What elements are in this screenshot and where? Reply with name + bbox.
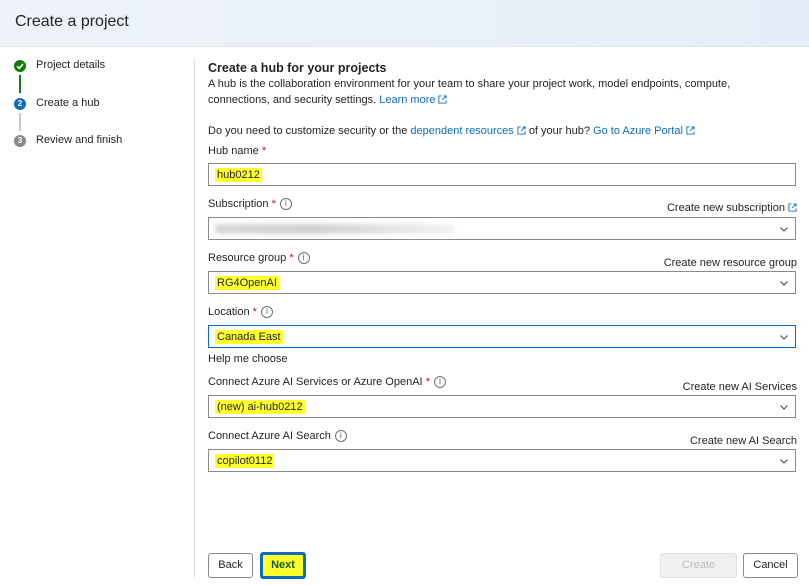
next-button[interactable]: Next bbox=[260, 552, 306, 579]
info-icon[interactable]: i bbox=[334, 430, 347, 442]
step-connector bbox=[19, 75, 21, 93]
dialog-title: Create a project bbox=[15, 13, 129, 30]
resource-group-value: RG4OpenAI bbox=[215, 276, 279, 290]
external-link-icon bbox=[686, 126, 695, 135]
section-description: A hub is the collaboration environment f… bbox=[208, 78, 731, 106]
dialog-header: Create a project bbox=[0, 0, 809, 47]
ai-services-label: Connect Azure AI Services or Azure OpenA… bbox=[208, 376, 446, 388]
create-resource-group-link[interactable]: Create new resource group bbox=[664, 257, 797, 269]
ai-search-label: Connect Azure AI Search i bbox=[208, 430, 347, 442]
step-label: Project details bbox=[36, 59, 106, 71]
info-icon[interactable]: i bbox=[260, 306, 273, 318]
create-button[interactable]: Create bbox=[660, 553, 737, 578]
step-number-icon: 2 bbox=[14, 98, 26, 110]
chevron-down-icon bbox=[780, 281, 788, 286]
resource-group-label: Resource group * i bbox=[208, 252, 310, 264]
info-icon[interactable]: i bbox=[297, 252, 310, 264]
chevron-down-icon bbox=[780, 227, 788, 232]
ai-services-value: (new) ai-hub0212 bbox=[215, 400, 305, 414]
create-ai-search-link[interactable]: Create new AI Search bbox=[690, 435, 797, 447]
external-link-icon bbox=[517, 126, 526, 135]
hub-name-input[interactable]: hub0212 bbox=[208, 163, 796, 186]
chevron-down-icon bbox=[780, 405, 788, 410]
info-icon[interactable]: i bbox=[433, 376, 446, 388]
help-me-choose-link[interactable]: Help me choose bbox=[208, 353, 288, 365]
redacted-subscription bbox=[215, 224, 455, 234]
dependent-resources-link[interactable]: dependent resources bbox=[410, 125, 526, 137]
chevron-down-icon bbox=[780, 335, 788, 340]
check-icon bbox=[14, 60, 26, 72]
location-dropdown[interactable]: Canada East bbox=[208, 325, 796, 348]
subscription-label: Subscription * i bbox=[208, 198, 292, 210]
location-label: Location * i bbox=[208, 306, 273, 318]
subscription-dropdown[interactable] bbox=[208, 217, 796, 240]
create-subscription-link[interactable]: Create new subscription bbox=[667, 202, 797, 214]
panel-divider bbox=[194, 58, 195, 578]
learn-more-link[interactable]: Learn more bbox=[379, 94, 448, 106]
info-icon[interactable]: i bbox=[279, 198, 292, 210]
step-connector bbox=[19, 113, 21, 131]
azure-portal-link[interactable]: Go to Azure Portal bbox=[593, 125, 695, 137]
hub-name-value: hub0212 bbox=[215, 168, 262, 182]
back-button[interactable]: Back bbox=[208, 553, 253, 578]
step-label: Review and finish bbox=[36, 134, 123, 146]
step-label: Create a hub bbox=[36, 97, 100, 109]
location-value: Canada East bbox=[215, 330, 283, 344]
create-ai-services-link[interactable]: Create new AI Services bbox=[683, 381, 797, 393]
ai-search-dropdown[interactable]: copilot0112 bbox=[208, 449, 796, 472]
ai-search-value: copilot0112 bbox=[215, 454, 275, 468]
cancel-button[interactable]: Cancel bbox=[743, 553, 798, 578]
external-link-icon bbox=[438, 95, 448, 104]
section-title: Create a hub for your projects bbox=[208, 61, 387, 75]
hub-name-label: Hub name * bbox=[208, 145, 267, 157]
resource-group-dropdown[interactable]: RG4OpenAI bbox=[208, 271, 796, 294]
customize-text: Do you need to customize security or the… bbox=[208, 125, 695, 137]
step-number-icon: 3 bbox=[14, 135, 26, 147]
chevron-down-icon bbox=[780, 459, 788, 464]
ai-services-dropdown[interactable]: (new) ai-hub0212 bbox=[208, 395, 796, 418]
external-link-icon bbox=[788, 203, 797, 212]
